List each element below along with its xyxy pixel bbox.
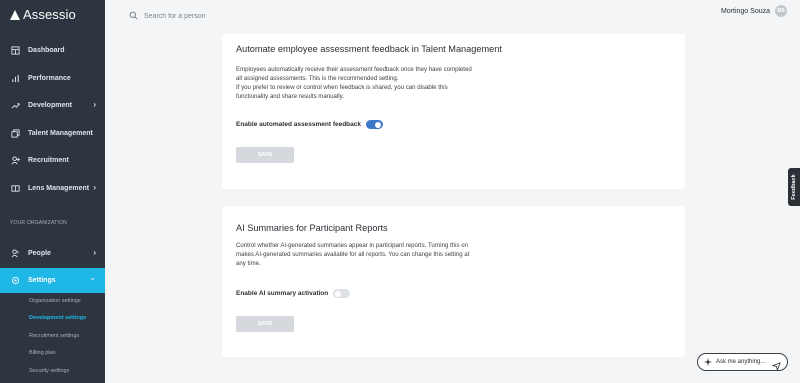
sidebar-item-lens-management[interactable]: Lens Management › [0,176,105,200]
feedback-label: Feedback [791,174,797,200]
sidebar-subitem-billing-plan[interactable]: Billing plan [29,350,56,356]
section-label: YOUR ORGANIZATION [10,220,67,226]
sidebar-item-development[interactable]: Development › [0,93,105,117]
toggle-knob [335,290,342,297]
sidebar: Assessio Dashboard Performance Developme… [0,0,105,383]
sidebar-item-label: Dashboard [28,46,65,54]
sidebar-subitem-security-settings[interactable]: Security settings [29,368,69,374]
save-button[interactable]: SAVE [236,147,294,163]
chevron-right-icon: › [93,183,96,192]
sidebar-item-people[interactable]: People › [0,241,105,265]
sidebar-item-dashboard[interactable]: Dashboard [0,38,105,62]
automated-feedback-toggle[interactable] [366,120,383,129]
send-icon[interactable] [771,358,781,376]
sidebar-item-label: People [28,249,51,257]
gear-icon [10,276,20,286]
book-icon [10,183,20,193]
sidebar-item-label: Lens Management [28,184,90,192]
chevron-down-icon: ⌄ [89,273,96,282]
sidebar-subitem-organization-settings[interactable]: Organization settings [29,298,81,304]
search-icon [129,7,138,25]
sparkle-icon [704,353,712,371]
search-input[interactable] [144,12,264,20]
sidebar-item-settings[interactable]: Settings ⌄ [0,268,105,293]
toggle-label: Enable AI summary activation [236,290,329,297]
chevron-right-icon: › [93,100,96,109]
save-button[interactable]: SAVE [236,316,294,332]
brand-logo[interactable]: Assessio [10,7,76,22]
sidebar-item-label: Talent Management [28,129,93,137]
feedback-tab[interactable]: Feedback [788,168,800,206]
card-title: AI Summaries for Participant Reports [236,223,388,233]
sidebar-item-performance[interactable]: Performance [0,66,105,90]
brand-name: Assessio [23,7,76,22]
sidebar-subitem-development-settings[interactable]: Development settings [29,315,86,321]
trend-up-icon [10,100,20,110]
sidebar-subitem-recruitment-settings[interactable]: Recruitment settings [29,333,79,339]
brand-mark-icon [10,9,20,20]
toggle-knob [375,121,381,128]
sidebar-item-label: Recruitment [28,156,69,164]
ask-placeholder: Ask me anything... [716,359,766,365]
dashboard-icon [10,45,20,55]
ai-summaries-card: AI Summaries for Participant Reports Con… [222,206,685,357]
toggle-label: Enable automated assessment feedback [236,121,361,128]
sidebar-item-label: Development [28,101,72,109]
user-menu[interactable]: Mortingo Souza MS [721,5,787,17]
sidebar-item-label: Performance [28,74,71,82]
toggle-row: Enable automated assessment feedback [236,120,383,129]
ai-summary-toggle[interactable] [333,289,351,298]
avatar[interactable]: MS [775,5,787,17]
bar-chart-icon [10,73,20,83]
sidebar-item-label: Settings [28,277,56,284]
toggle-row: Enable AI summary activation [236,289,351,298]
sidebar-item-recruitment[interactable]: Recruitment [0,148,105,172]
chevron-right-icon: › [93,248,96,257]
card-description: Control whether AI-generated summaries a… [236,242,470,268]
card-title: Automate employee assessment feedback in… [236,44,502,54]
card-description: Employees automatically receive their as… [236,66,472,101]
people-icon [10,248,20,258]
ask-me-anything-input[interactable]: Ask me anything... [697,353,788,372]
automated-feedback-card: Automate employee assessment feedback in… [222,34,685,189]
copy-icon [10,128,20,138]
search-bar[interactable] [129,7,264,25]
sidebar-item-talent-management[interactable]: Talent Management [0,121,105,145]
person-add-icon [10,155,20,165]
topbar: Mortingo Souza MS [105,0,800,24]
user-name: Mortingo Souza [720,7,770,15]
